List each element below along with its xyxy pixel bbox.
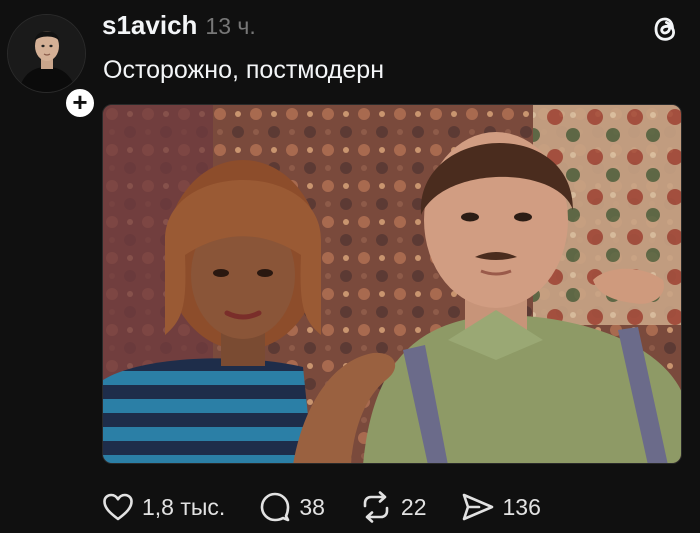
post-image[interactable] (102, 104, 682, 464)
repost-button[interactable]: 22 (359, 491, 427, 523)
post-text: Осторожно, постмодерн (103, 56, 385, 84)
post-time: 13 ч. (205, 13, 256, 39)
shares-count: 136 (502, 493, 541, 520)
like-button[interactable]: 1,8 тыс. (102, 492, 225, 522)
author-avatar-block[interactable]: + (7, 14, 98, 121)
photo-illustration (103, 105, 681, 463)
likes-count: 1,8 тыс. (142, 493, 226, 520)
author-username[interactable]: s1avich (102, 10, 197, 41)
heart-icon (103, 493, 133, 521)
post-header: s1avich 13 ч. (102, 10, 256, 40)
post-actions: 1,8 тыс. 38 22 136 (102, 487, 575, 527)
threads-logo-icon[interactable] (648, 12, 682, 46)
avatar[interactable] (7, 14, 86, 93)
share-icon (462, 493, 493, 521)
reposts-count: 22 (400, 493, 427, 520)
replies-count: 38 (299, 493, 325, 520)
plus-icon: + (72, 87, 88, 117)
share-button[interactable]: 136 (461, 492, 541, 522)
comment-icon (261, 492, 290, 522)
repost-icon (363, 491, 389, 523)
reply-button[interactable]: 38 (259, 491, 325, 523)
follow-button[interactable]: + (62, 85, 98, 121)
